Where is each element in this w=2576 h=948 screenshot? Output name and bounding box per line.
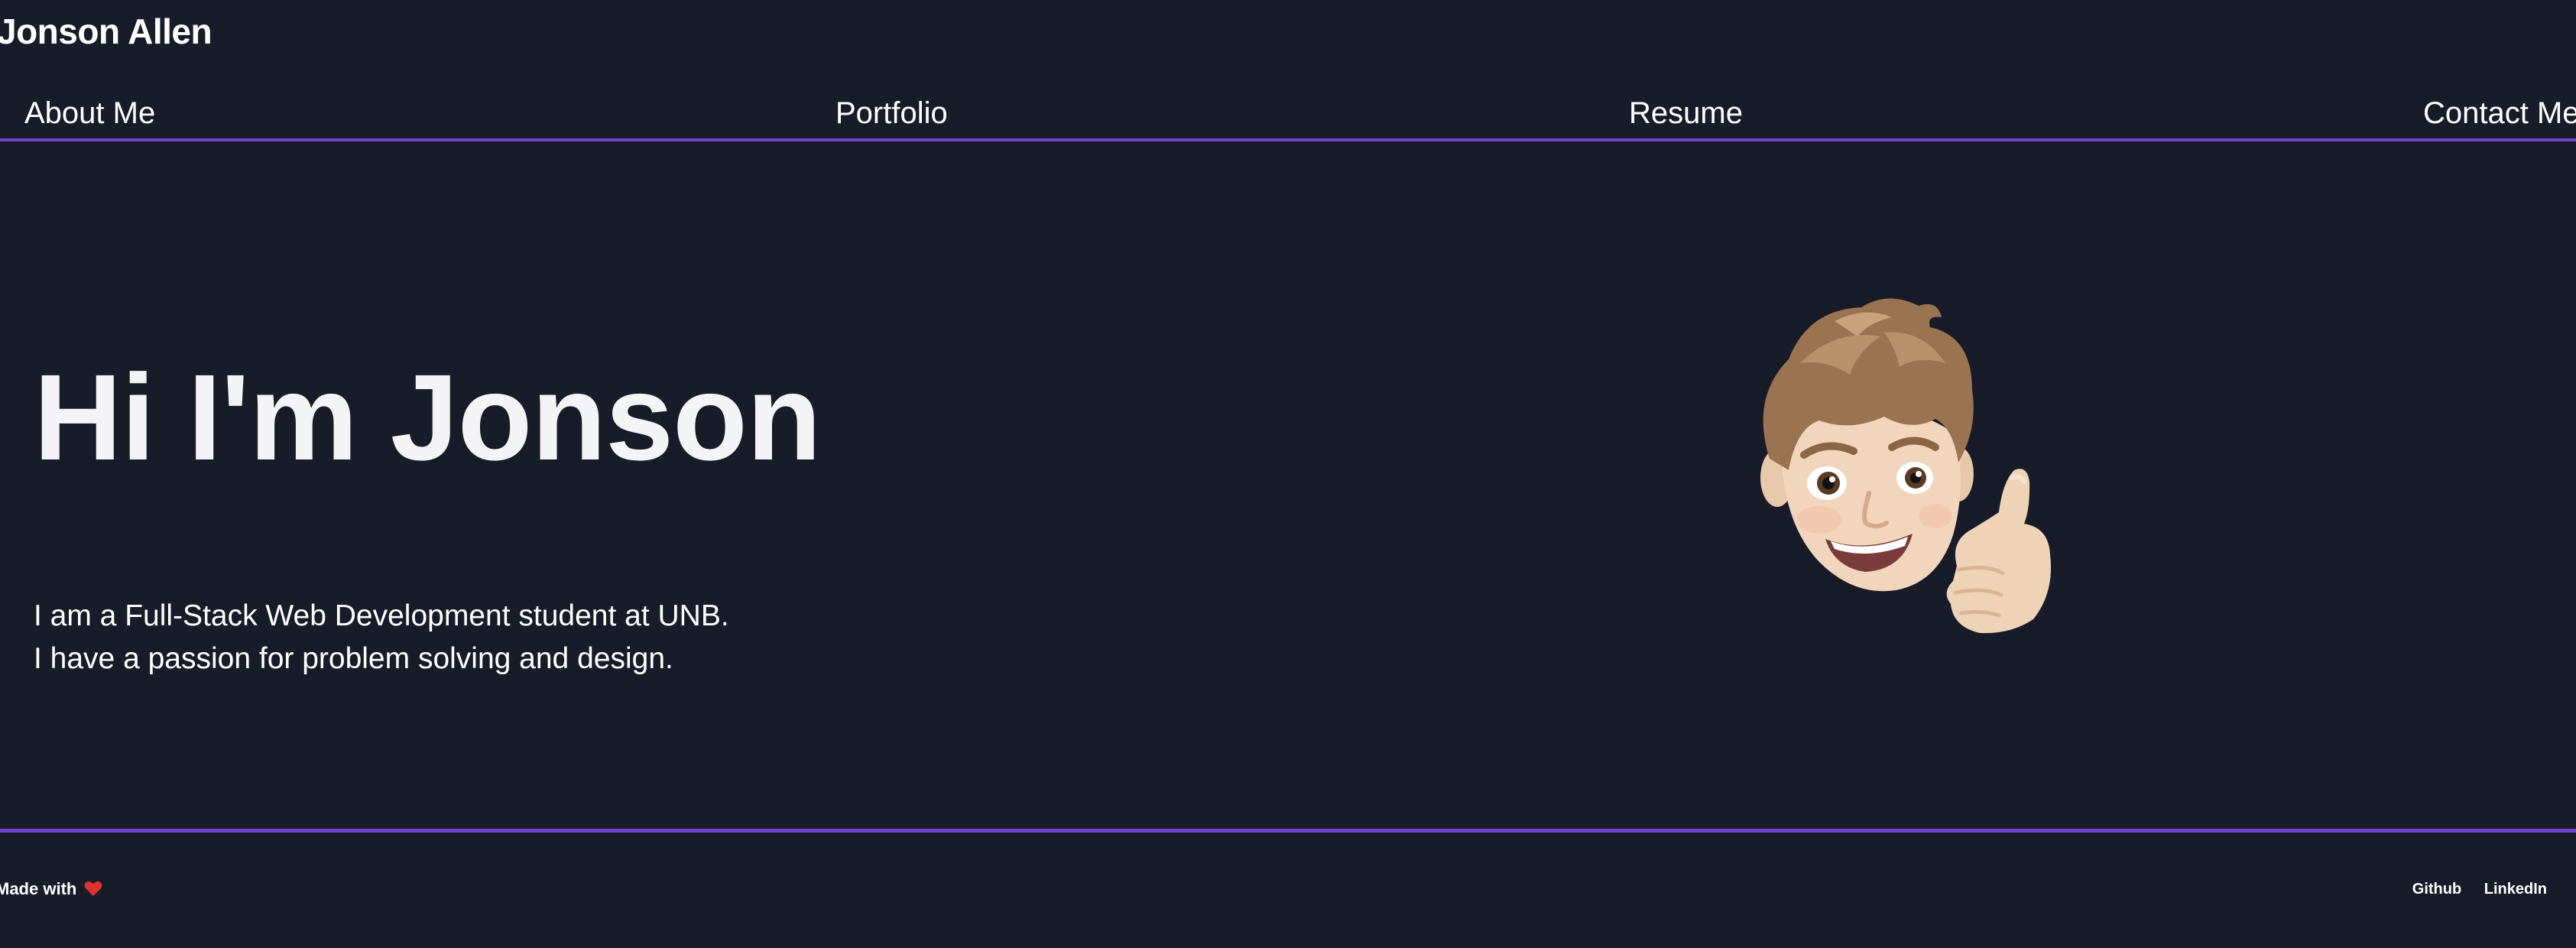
footer-made-with: Made with bbox=[0, 879, 102, 899]
nav-item-resume[interactable]: Resume bbox=[1629, 96, 1743, 131]
footer-links: Github LinkedIn bbox=[2394, 881, 2547, 898]
memoji-thumbs-up-icon bbox=[1760, 298, 2052, 634]
footer-made-with-label: Made with bbox=[0, 879, 77, 898]
nav-divider bbox=[0, 138, 2576, 141]
page: Jonson Allen About Me Portfolio Resume C… bbox=[0, 0, 2576, 948]
footer-divider bbox=[0, 829, 2576, 833]
footer-link-linkedin[interactable]: LinkedIn bbox=[2484, 881, 2547, 898]
hero-intro-line-1: I am a Full-Stack Web Development studen… bbox=[34, 599, 729, 632]
hero-intro-line-2: I have a passion for problem solving and… bbox=[34, 642, 673, 675]
footer-link-github[interactable]: Github bbox=[2412, 881, 2461, 898]
site-title: Jonson Allen bbox=[0, 11, 213, 51]
nav-item-contact-me[interactable]: Contact Me bbox=[2423, 96, 2576, 131]
hero-intro: I am a Full-Stack Web Development studen… bbox=[34, 595, 729, 680]
nav-item-portfolio[interactable]: Portfolio bbox=[835, 96, 948, 131]
heart-icon bbox=[85, 881, 102, 896]
hero-heading: Hi I'm Jonson bbox=[34, 349, 822, 485]
nav-item-about-me[interactable]: About Me bbox=[24, 96, 155, 131]
main-nav: About Me Portfolio Resume Contact Me bbox=[0, 90, 2576, 139]
